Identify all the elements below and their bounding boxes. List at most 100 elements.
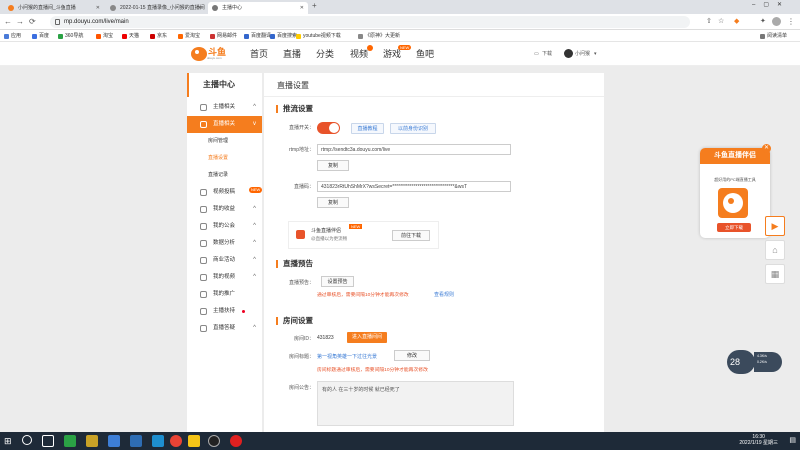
bookmark-item[interactable]: 百度翻译 — [244, 31, 271, 41]
chrome-icon[interactable] — [170, 435, 182, 447]
room-notice-textarea[interactable]: 有的人 在三十岁的时候 就已经死了 — [317, 381, 514, 426]
enter-room-button[interactable]: 进入直播间间 — [347, 332, 387, 343]
tutorial-button[interactable]: 直播教程 — [351, 123, 384, 134]
copy-rtmp-button[interactable]: 复制 — [317, 160, 349, 171]
sidebar-item-anchor[interactable]: 主播相关 ^ — [187, 99, 262, 116]
rtmp-field[interactable]: rtmp://sendtc3a.douyu.com/live — [317, 144, 511, 155]
nav-home[interactable]: 首页 — [250, 48, 268, 60]
new-tab-icon[interactable]: + — [312, 1, 317, 10]
sidebar-item-business[interactable]: 商业活动 ^ — [187, 252, 262, 269]
home-icon[interactable]: ⌂ — [765, 240, 785, 260]
app-icon[interactable] — [86, 435, 98, 447]
menu-icon[interactable]: ⋮ — [787, 17, 795, 27]
bookmark-label: 百度搜索 — [277, 33, 298, 39]
reading-list[interactable]: 阅读清单 — [760, 31, 787, 41]
sidebar-subitem-records[interactable]: 直播记录 — [187, 167, 262, 184]
douyu-logo[interactable]: 斗鱼 douyu.com — [190, 45, 228, 63]
sidebar-item-my-videos[interactable]: 我的视频 ^ — [187, 269, 262, 286]
url-field[interactable]: mp.douyu.com/live/main — [50, 16, 690, 28]
nav-live[interactable]: 直播 — [283, 48, 301, 60]
copy-code-button[interactable]: 复制 — [317, 197, 349, 208]
search-icon[interactable] — [22, 435, 32, 445]
live-toggle[interactable] — [317, 122, 340, 134]
sidebar-item-label: 我的推广 — [213, 291, 236, 297]
nav-category[interactable]: 分类 — [316, 48, 334, 60]
obs-icon[interactable] — [208, 435, 220, 447]
forward-icon[interactable]: → — [16, 17, 24, 27]
username[interactable]: 小问猴 — [575, 49, 590, 59]
sidebar-item-guild[interactable]: 我的公会 ^ — [187, 218, 262, 235]
extension-icon[interactable]: ◆ — [734, 17, 739, 27]
divider — [264, 96, 604, 97]
sidebar-item-analytics[interactable]: 数据分析 ^ — [187, 235, 262, 252]
download-companion-button[interactable]: 前往下载 — [392, 230, 430, 241]
download-link[interactable]: 下载 — [542, 49, 552, 59]
close-icon[interactable]: ✕ — [762, 144, 771, 153]
orb-value: 28 — [730, 357, 741, 367]
float-download-button[interactable]: 立即下载 — [717, 223, 751, 232]
sidebar-item-faq[interactable]: 直播答疑 ^ — [187, 320, 262, 337]
sidebar-item-label: 直播答疑 — [213, 325, 236, 331]
share-icon[interactable]: ⇧ — [706, 17, 712, 27]
task-view-icon[interactable] — [42, 435, 54, 447]
bookmark-apps[interactable]: 应用 — [4, 31, 21, 41]
bookmark-item[interactable]: 爱淘宝 — [178, 31, 200, 41]
user-avatar[interactable] — [564, 49, 573, 58]
fish-mascot-icon — [723, 193, 743, 213]
bookmark-item[interactable]: 360导航 — [58, 31, 83, 41]
back-icon[interactable]: ← — [4, 17, 12, 27]
window-controls[interactable]: –▢✕ — [752, 1, 790, 8]
sidebar-item-live[interactable]: 直播相关 v — [187, 116, 262, 133]
chevron-up-icon: ^ — [253, 206, 256, 212]
close-icon[interactable]: ✕ — [300, 2, 304, 14]
folder-icon[interactable] — [188, 435, 200, 447]
reload-icon[interactable]: ⟳ — [29, 17, 36, 27]
download-icon[interactable]: ▭ — [534, 49, 539, 59]
edit-title-button[interactable]: 修改 — [394, 350, 430, 361]
view-rules-link[interactable]: 查看规则 — [434, 291, 454, 298]
word-icon[interactable] — [130, 435, 142, 447]
sidebar-item-income[interactable]: 我的收益 ^ — [187, 201, 262, 218]
chevron-down-icon[interactable]: ▾ — [594, 49, 597, 59]
app-icon[interactable] — [108, 435, 120, 447]
bookmark-item[interactable]: 百度搜索 — [270, 31, 297, 41]
browser-tab-active[interactable]: 主播中心 ✕ — [208, 2, 308, 14]
qr-code-icon[interactable]: ▦ — [765, 264, 785, 284]
bookmark-item[interactable]: 《原神》大更新 — [358, 31, 400, 41]
extensions-puzzle-icon[interactable]: ✦ — [760, 17, 766, 27]
browser-tab[interactable]: 小问猴的直播间_斗鱼直播 ✕ — [4, 2, 104, 14]
explorer-icon[interactable] — [152, 435, 164, 447]
sidebar-item-support[interactable]: 主播扶持 — [187, 303, 262, 320]
windows-start-icon[interactable]: ⊞ — [4, 435, 12, 447]
sidebar-subitem-settings[interactable]: 直播设置 — [187, 150, 262, 167]
browser-tab[interactable]: 2022-01-15 直播录像_小问猴的直播间 ✕ — [106, 2, 206, 14]
system-clock[interactable]: 16:30 2022/1/19 星期三 — [739, 434, 778, 446]
folder-icon — [296, 34, 301, 39]
close-icon[interactable]: ✕ — [198, 2, 202, 14]
stream-code-field[interactable]: 431823rRtUhShMrX?wsSecret=**************… — [317, 181, 511, 192]
set-preview-button[interactable]: 设置预告 — [321, 276, 354, 287]
bookmark-item[interactable]: 淘宝 — [96, 31, 113, 41]
app-icon[interactable] — [230, 435, 242, 447]
bookmark-item[interactable]: 京东 — [150, 31, 167, 41]
network-speed-orb[interactable]: 28 — [727, 350, 755, 374]
star-icon[interactable]: ☆ — [718, 17, 724, 27]
app-icon[interactable] — [64, 435, 76, 447]
sidebar-item-video-upload[interactable]: 视频投稿 NEW — [187, 184, 263, 201]
nav-video[interactable]: 视频 — [350, 48, 368, 60]
nav-yuba[interactable]: 鱼吧 — [416, 48, 434, 60]
sidebar-subitem-room[interactable]: 房间管理 — [187, 133, 262, 150]
notification-icon[interactable]: ▤ — [789, 436, 796, 444]
bookmark-item[interactable]: 百度 — [32, 31, 49, 41]
bookmark-item[interactable]: 网易邮件 — [210, 31, 237, 41]
profile-avatar[interactable] — [772, 17, 781, 26]
sidebar-item-promotion[interactable]: 我的推广 — [187, 286, 262, 303]
bookmark-item[interactable]: 天猫 — [122, 31, 139, 41]
play-icon[interactable]: ▶ — [765, 216, 785, 236]
rtmp-label: rtmp地址： — [288, 147, 314, 153]
bookmark-item[interactable]: youtube视频下载 — [296, 31, 341, 41]
tv-icon — [200, 121, 207, 128]
nav-games[interactable]: 游戏 — [383, 48, 401, 60]
close-icon[interactable]: ✕ — [96, 2, 100, 14]
identity-button[interactable]: 以前身份识别 — [390, 123, 436, 134]
